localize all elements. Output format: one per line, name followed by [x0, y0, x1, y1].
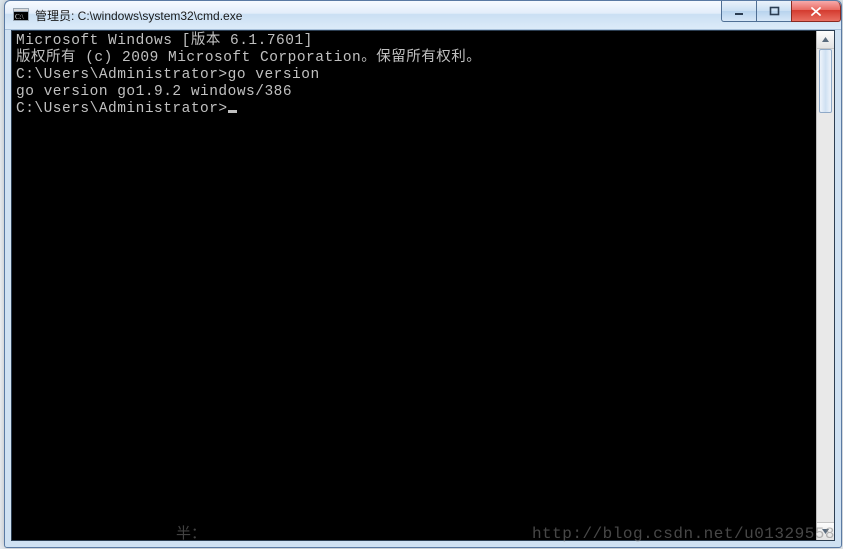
terminal-line: Microsoft Windows [版本 6.1.7601] [16, 33, 817, 50]
cursor [228, 110, 237, 113]
cmd-window: C:\ 管理员: C:\windows\system32\cmd.exe Mic… [4, 0, 842, 548]
minimize-button[interactable] [721, 1, 757, 22]
terminal-line: go version go1.9.2 windows/386 [16, 84, 817, 101]
desktop: C:\ 管理员: C:\windows\system32\cmd.exe Mic… [0, 0, 843, 549]
stray-text: 半： [176, 522, 206, 543]
window-title: 管理员: C:\windows\system32\cmd.exe [35, 7, 242, 24]
terminal-line: C:\Users\Administrator> [16, 101, 817, 118]
close-button[interactable] [791, 1, 841, 22]
window-controls [722, 1, 841, 21]
scroll-up-button[interactable] [817, 31, 834, 49]
watermark-text: http://blog.csdn.net/u01329558 [532, 525, 835, 543]
vertical-scrollbar[interactable] [816, 31, 834, 540]
svg-text:C:\: C:\ [15, 13, 24, 21]
scroll-thumb[interactable] [819, 49, 832, 113]
titlebar[interactable]: C:\ 管理员: C:\windows\system32\cmd.exe [5, 1, 841, 30]
maximize-button[interactable] [756, 1, 792, 22]
cmd-icon: C:\ [13, 7, 29, 23]
terminal-line: C:\Users\Administrator>go version [16, 67, 817, 84]
terminal-area[interactable]: Microsoft Windows [版本 6.1.7601]版权所有 (c) … [11, 30, 835, 541]
terminal-output: Microsoft Windows [版本 6.1.7601]版权所有 (c) … [12, 31, 817, 540]
terminal-line: 版权所有 (c) 2009 Microsoft Corporation。保留所有… [16, 50, 817, 67]
